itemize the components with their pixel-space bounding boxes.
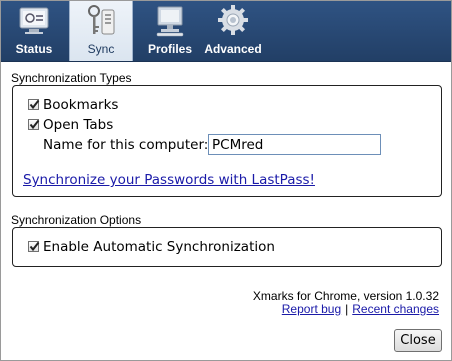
advanced-gear-icon bbox=[218, 5, 248, 35]
bookmarks-label: Bookmarks bbox=[43, 97, 119, 113]
profiles-computer-icon bbox=[156, 6, 184, 37]
toolbar: Status Sync Profiles Advanced bbox=[1, 1, 451, 62]
tab-profiles[interactable]: Profiles bbox=[139, 1, 201, 61]
auto-sync-checkbox[interactable] bbox=[28, 241, 40, 252]
sync-keys-icon bbox=[88, 5, 115, 35]
recent-changes-link[interactable]: Recent changes bbox=[352, 302, 439, 316]
report-bug-link[interactable]: Report bug bbox=[282, 302, 341, 316]
computer-name-field[interactable] bbox=[208, 134, 381, 155]
checkmark-icon bbox=[29, 119, 40, 130]
computer-name-label: Name for this computer: bbox=[43, 137, 209, 153]
open-tabs-checkbox[interactable] bbox=[28, 119, 40, 130]
tab-sync[interactable]: Sync bbox=[69, 1, 133, 61]
tab-advanced[interactable]: Advanced bbox=[203, 1, 263, 61]
status-monitor-icon bbox=[19, 7, 49, 34]
auto-sync-label: Enable Automatic Synchronization bbox=[43, 239, 275, 255]
checkmark-icon bbox=[29, 99, 40, 110]
lastpass-link[interactable]: Synchronize your Passwords with LastPass… bbox=[23, 172, 315, 188]
tab-advanced-label: Advanced bbox=[204, 42, 262, 56]
tab-status[interactable]: Status bbox=[5, 1, 63, 61]
bookmarks-checkbox[interactable] bbox=[28, 99, 40, 110]
tab-profiles-label: Profiles bbox=[147, 42, 192, 56]
tab-status-label: Status bbox=[15, 42, 53, 56]
link-separator: | bbox=[345, 302, 349, 316]
open-tabs-label: Open Tabs bbox=[43, 117, 114, 133]
close-button[interactable]: Close bbox=[394, 329, 442, 352]
sync-types-title: Synchronization Types bbox=[11, 71, 132, 85]
sync-options-title: Synchronization Options bbox=[11, 213, 142, 227]
footer-links: Report bug | Recent changes bbox=[282, 302, 439, 316]
tab-sync-label: Sync bbox=[87, 42, 115, 56]
checkmark-icon bbox=[29, 241, 40, 252]
version-text: Xmarks for Chrome, version 1.0.32 bbox=[252, 289, 439, 303]
